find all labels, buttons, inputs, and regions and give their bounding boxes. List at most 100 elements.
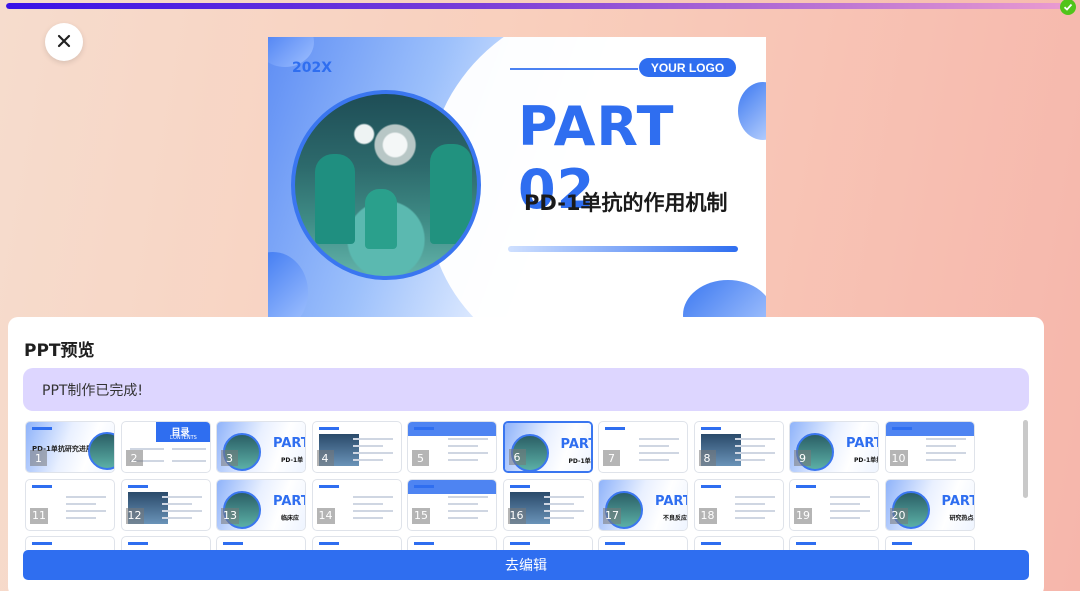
slide-thumbnail[interactable]: 8 <box>693 421 784 473</box>
slide-thumbnail[interactable]: PD-1单抗研究进展 1 <box>25 421 115 473</box>
thumb-header-block <box>885 422 974 436</box>
slide-thumbnail[interactable]: 11 <box>25 478 115 531</box>
slide-thumbnail[interactable]: PART 不良反应 17 <box>598 478 688 531</box>
thumb-topbar <box>318 542 339 545</box>
thumb-text-line <box>448 459 478 461</box>
thumb-text-line <box>543 516 574 519</box>
close-icon <box>57 33 71 52</box>
slide-thumbnail[interactable]: 5 <box>407 421 497 473</box>
thumb-topbar <box>700 484 721 488</box>
thumb-text-line <box>66 502 96 505</box>
thumb-text-line <box>352 495 393 498</box>
thumbnail-number: 2 <box>125 450 143 466</box>
slide-thumbnail[interactable]: 16 <box>502 478 593 531</box>
thumb-text-line <box>734 459 765 461</box>
thumb-text-line <box>352 452 393 454</box>
thumb-text-line <box>734 445 765 447</box>
logo-line <box>510 68 638 70</box>
thumb-topbar <box>223 542 243 545</box>
slide-thumbnail[interactable]: 4 <box>311 421 402 473</box>
thumb-text-line <box>543 495 584 498</box>
thumb-text-line <box>734 438 775 440</box>
thumb-text-line <box>925 452 966 454</box>
thumb-text-line <box>161 516 192 519</box>
thumb-topbar <box>605 427 625 430</box>
slide-thumbnail[interactable]: 15 <box>407 478 497 531</box>
thumb-topbar <box>127 484 148 488</box>
thumb-text-line <box>448 516 478 519</box>
slide-thumbnail[interactable]: PART 临床应 13 <box>216 478 306 531</box>
thumb-topbar <box>414 542 434 545</box>
thumb-text-line <box>448 438 488 440</box>
slide-thumbnail[interactable] <box>311 536 402 550</box>
slide-thumbnail[interactable] <box>789 536 879 550</box>
thumb-text-line <box>448 452 488 454</box>
panel-title: PPT预览 <box>24 341 95 361</box>
thumb-text-line <box>925 459 956 461</box>
thumb-text-line <box>352 509 393 512</box>
slide-thumbnail[interactable] <box>884 536 975 550</box>
edit-button[interactable]: 去编辑 <box>23 550 1029 580</box>
slide-thumbnail[interactable] <box>25 536 115 550</box>
thumb-text-line <box>925 445 956 447</box>
slide-thumbnail[interactable] <box>407 536 497 550</box>
progress-bar-fill <box>6 3 1064 9</box>
slide-thumbnail[interactable]: PART 研究热点与未 20 <box>884 478 975 531</box>
close-button[interactable] <box>45 23 83 61</box>
slide-thumbnail[interactable]: 目录 CONTENTS 2 <box>120 421 211 473</box>
thumb-part-title: PART <box>273 493 305 509</box>
slide-thumbnail[interactable] <box>502 536 593 550</box>
slide-accent-bar <box>508 246 738 252</box>
slide-logo: YOUR LOGO <box>639 58 736 77</box>
thumb-text-line <box>66 509 106 512</box>
thumbnail-number: 5 <box>412 450 429 466</box>
thumb-topbar <box>127 542 148 545</box>
thumbnail-number: 3 <box>221 450 238 466</box>
slide-thumbnail[interactable]: PART PD-1单抗启研 9 <box>789 421 879 473</box>
thumb-text-line <box>352 438 393 440</box>
thumb-topbar <box>796 542 816 545</box>
thumb-header-block <box>408 479 496 494</box>
thumbnail-number: 10 <box>889 450 908 466</box>
thumbnail-number: 7 <box>603 450 620 466</box>
thumbnail-scrollbar[interactable] <box>1023 420 1028 498</box>
slide-thumbnail[interactable] <box>216 536 306 550</box>
slide-thumbnail[interactable]: PART PD-1单 3 <box>216 421 306 473</box>
thumbnail-number: 16 <box>507 507 526 524</box>
slide-thumbnail[interactable]: 10 <box>884 421 975 473</box>
slide-thumbnail[interactable] <box>120 536 211 550</box>
thumb-text-line <box>734 509 775 512</box>
slide-thumbnail[interactable]: 19 <box>789 478 879 531</box>
thumb-text-line <box>161 495 202 498</box>
slide-thumbnail[interactable]: PART PD-1单抗的作 6 <box>502 421 593 473</box>
thumb-text-line <box>352 445 383 447</box>
slide-thumbnail[interactable]: 18 <box>693 478 784 531</box>
thumbnail-number: 17 <box>603 507 621 524</box>
check-circle-icon <box>1060 0 1076 15</box>
thumb-topbar <box>605 542 625 545</box>
slide-thumbnail[interactable]: 12 <box>120 478 211 531</box>
slide-year: 202X <box>292 60 333 76</box>
thumb-text-line <box>734 495 775 498</box>
thumb-subtitle: PD-1单 <box>281 457 304 464</box>
thumb-text-line <box>734 452 775 454</box>
slide-thumbnail[interactable]: 14 <box>311 478 402 531</box>
thumbnail-grid: PD-1单抗研究进展1目录CONTENTS2 PART PD-1单 3 45 PARTPD… <box>25 420 1021 550</box>
thumb-subtitle: 研究热点与未 <box>949 514 974 522</box>
thumb-text-line <box>830 495 870 498</box>
thumb-text-line <box>543 509 584 512</box>
thumb-topbar <box>32 542 52 545</box>
thumbnail-number: 9 <box>794 450 811 466</box>
thumbnail-number: 12 <box>125 507 144 524</box>
thumbnail-number: 14 <box>316 507 335 524</box>
slide-thumbnail[interactable] <box>693 536 784 550</box>
thumb-header-block <box>408 422 496 436</box>
thumb-text-line <box>830 509 870 512</box>
thumb-text-line <box>639 459 669 461</box>
thumb-text-line <box>830 516 860 519</box>
slide-thumbnail[interactable] <box>598 536 688 550</box>
slide-thumbnail[interactable]: 7 <box>598 421 688 473</box>
thumbnail-number: 8 <box>698 450 716 466</box>
thumb-topbar <box>700 542 721 545</box>
thumb-part-title: PART <box>941 493 974 509</box>
